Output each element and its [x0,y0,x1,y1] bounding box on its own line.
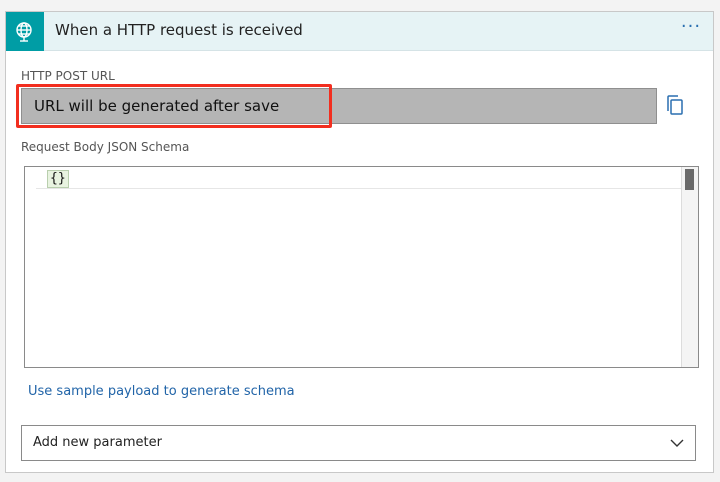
sample-payload-link[interactable]: Use sample payload to generate schema [28,384,295,399]
schema-editor[interactable]: {} [24,166,699,368]
more-options-button[interactable]: ··· [678,17,704,41]
add-parameter-dropdown[interactable]: Add new parameter [21,425,696,461]
schema-editor-text: {} [47,170,69,188]
scrollbar-thumb[interactable] [685,169,694,190]
card-header[interactable]: When a HTTP request is received ··· [6,12,713,51]
chevron-down-icon [669,435,685,451]
trigger-card: When a HTTP request is received ··· HTTP… [5,11,714,473]
url-highlight-box [16,84,332,128]
editor-scrollbar[interactable] [681,167,698,367]
card-title: When a HTTP request is received [55,21,303,39]
copy-icon[interactable] [666,94,686,118]
editor-current-line: {} [36,167,681,189]
url-field-label: HTTP POST URL [21,69,115,83]
globe-request-icon [6,12,44,51]
add-parameter-label: Add new parameter [33,435,162,450]
schema-field-label: Request Body JSON Schema [21,140,190,154]
